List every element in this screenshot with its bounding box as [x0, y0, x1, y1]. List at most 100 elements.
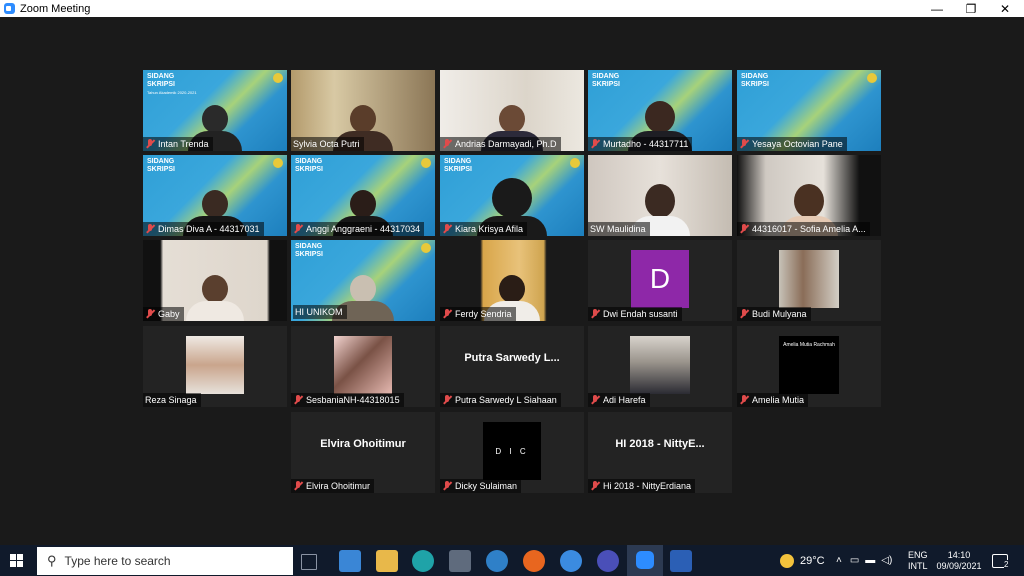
participant-figure: [186, 275, 244, 321]
video-tile[interactable]: SIDANG SKRIPSI Murtadho - 44317711: [588, 70, 732, 151]
slide-title-1: SIDANG: [592, 73, 620, 80]
mail-icon[interactable]: [339, 550, 361, 572]
university-seal-icon: [867, 73, 877, 83]
video-tile[interactable]: SIDANG SKRIPSI Kiara Krisya Afila: [440, 155, 584, 236]
participant-name: Anggi Anggraeni - 44317034: [306, 224, 421, 234]
participant-name: Hi 2018 - NittyErdiana: [603, 481, 692, 491]
participant-name: Reza Sinaga: [145, 395, 197, 405]
slide-title-2: SKRIPSI: [295, 166, 324, 173]
firefox-icon[interactable]: [523, 550, 545, 572]
participant-avatar: [334, 336, 392, 394]
language-code: ENG: [908, 549, 928, 560]
close-button[interactable]: ✕: [988, 0, 1022, 17]
video-tile[interactable]: HI 2018 - NittyE... Hi 2018 - NittyErdia…: [588, 412, 732, 493]
video-tile[interactable]: Amelia Mutia Rachmah Amelia Mutia: [737, 326, 881, 407]
mic-muted-icon: [590, 139, 600, 149]
video-tile[interactable]: SIDANG SKRIPSI Yesaya Octovian Pane: [737, 70, 881, 151]
start-button[interactable]: [10, 554, 23, 567]
mic-muted-icon: [442, 139, 452, 149]
clock-time: 14:10: [947, 549, 971, 560]
clock-date: 09/09/2021: [936, 560, 982, 571]
university-seal-icon: [421, 243, 431, 253]
participant-name: Dimas Diva A - 44317031: [158, 224, 260, 234]
volume-icon[interactable]: ◁): [881, 555, 892, 566]
participant-nameplate: Intan Trenda: [143, 137, 213, 151]
participant-nameplate: Sylvia Octa Putri: [291, 137, 364, 151]
video-tile[interactable]: Reza Sinaga: [143, 326, 287, 407]
zoom-app-icon: [636, 551, 654, 569]
video-tile[interactable]: SIDANG SKRIPSI Tahun Akademik 2020-2021 In…: [143, 70, 287, 151]
mic-muted-icon: [590, 481, 600, 491]
video-tile[interactable]: SIDANG SKRIPSI Anggi Anggraeni - 44317034: [291, 155, 435, 236]
video-tile[interactable]: Andrias Darmayadi, Ph.D: [440, 70, 584, 151]
video-tile[interactable]: SesbaniaNH-44318015: [291, 326, 435, 407]
participant-nameplate: Dimas Diva A - 44317031: [143, 222, 264, 236]
mic-muted-icon: [145, 309, 155, 319]
video-tile[interactable]: Ferdy Sendria: [440, 240, 584, 321]
participant-nameplate: Elvira Ohoitimur: [291, 479, 375, 493]
clock[interactable]: 14:10 09/09/2021: [936, 545, 982, 576]
mic-muted-icon: [442, 224, 452, 234]
participant-nameplate: Murtadho - 44317711: [588, 137, 693, 151]
participant-name: Putra Sarwedy L Siahaan: [455, 395, 557, 405]
task-view-icon[interactable]: [301, 554, 317, 570]
video-tile[interactable]: Gaby: [143, 240, 287, 321]
video-tile[interactable]: Sylvia Octa Putri: [291, 70, 435, 151]
weather-widget[interactable]: 29°C: [780, 545, 825, 576]
mic-muted-icon: [739, 224, 749, 234]
title-bar: Zoom Meeting: [0, 0, 1024, 17]
chevron-up-icon[interactable]: ˄: [836, 555, 842, 566]
slide-title-1: SIDANG: [444, 158, 472, 165]
video-tile[interactable]: D I C Dicky Sulaiman: [440, 412, 584, 493]
battery-icon[interactable]: ▬: [865, 555, 875, 566]
taskbar-search-box[interactable]: ⚲ Type here to search: [37, 547, 293, 575]
video-tile[interactable]: Adi Harefa: [588, 326, 732, 407]
store-icon[interactable]: [449, 550, 471, 572]
video-tile[interactable]: Budi Mulyana: [737, 240, 881, 321]
video-tile[interactable]: Elvira Ohoitimur Elvira Ohoitimur: [291, 412, 435, 493]
video-tile[interactable]: SW Maulidina: [588, 155, 732, 236]
mic-muted-icon: [293, 224, 303, 234]
mic-muted-icon: [145, 224, 155, 234]
participant-avatar: D I C: [483, 422, 541, 480]
participant-nameplate: Putra Sarwedy L Siahaan: [440, 393, 561, 407]
participant-nameplate: Andrias Darmayadi, Ph.D: [440, 137, 561, 151]
slide-title-1: SIDANG: [147, 158, 175, 165]
participant-nameplate: Hi 2018 - NittyErdiana: [588, 479, 696, 493]
slide-title-2: SKRIPSI: [147, 166, 176, 173]
video-tile[interactable]: 44316017 - Sofia Amelia A...: [737, 155, 881, 236]
mic-muted-icon: [739, 309, 749, 319]
participant-nameplate: Ferdy Sendria: [440, 307, 516, 321]
slide-title-2: SKRIPSI: [295, 251, 324, 258]
mic-muted-icon: [590, 309, 600, 319]
app-icon[interactable]: [597, 550, 619, 572]
participant-name: SW Maulidina: [590, 224, 646, 234]
participant-name-display: Putra Sarwedy L...: [464, 352, 560, 364]
restore-button[interactable]: ❐: [954, 0, 988, 17]
participant-name: Dwi Endah susanti: [603, 309, 678, 319]
network-globe-icon[interactable]: [486, 550, 508, 572]
language-indicator[interactable]: ENG INTL: [908, 545, 928, 576]
network-icon[interactable]: ▭: [850, 555, 859, 566]
mic-muted-icon: [442, 309, 452, 319]
word-icon[interactable]: [670, 550, 692, 572]
video-tile[interactable]: Putra Sarwedy L... Putra Sarwedy L Siaha…: [440, 326, 584, 407]
tray-icons[interactable]: ˄ ▭ ▬ ◁): [836, 545, 892, 576]
window-title: Zoom Meeting: [20, 2, 91, 15]
participant-nameplate: Adi Harefa: [588, 393, 650, 407]
notification-center-button[interactable]: 2: [992, 545, 1009, 576]
file-explorer-icon[interactable]: [376, 550, 398, 572]
chrome-icon[interactable]: [560, 550, 582, 572]
video-tile[interactable]: SIDANG SKRIPSI Dimas Diva A - 44317031: [143, 155, 287, 236]
university-seal-icon: [273, 73, 283, 83]
minimize-button[interactable]: —: [920, 0, 954, 17]
slide-title-1: SIDANG: [295, 243, 323, 250]
video-tile-active-speaker[interactable]: SIDANG SKRIPSI HI UNIKOM: [291, 240, 435, 321]
edge-browser-icon[interactable]: [412, 550, 434, 572]
participant-name-display: HI 2018 - NittyE...: [615, 438, 705, 450]
participant-name: Kiara Krisya Afila: [455, 224, 524, 234]
zoom-taskbar-button[interactable]: [627, 545, 663, 576]
participant-name: Murtadho - 44317711: [603, 139, 689, 149]
slide-title-1: SIDANG: [741, 73, 769, 80]
video-tile[interactable]: D Dwi Endah susanti: [588, 240, 732, 321]
